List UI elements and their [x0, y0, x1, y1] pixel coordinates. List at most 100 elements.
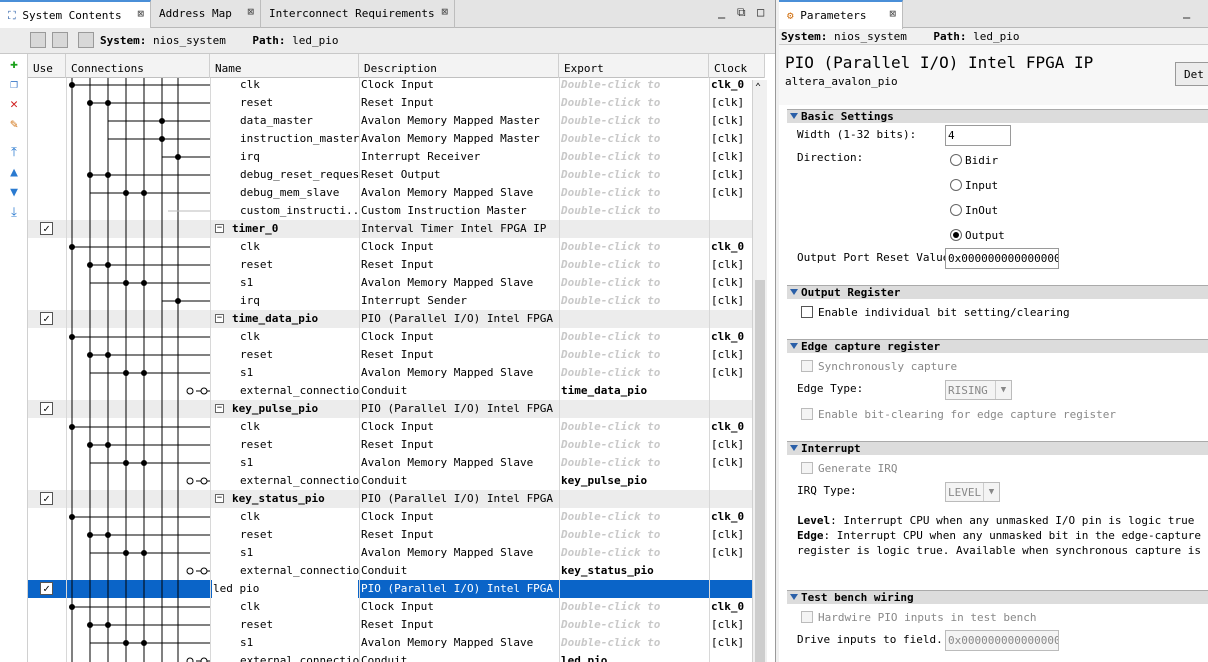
- connections-graph[interactable]: [68, 78, 210, 662]
- row-export[interactable]: [561, 220, 708, 238]
- row-clock[interactable]: [clk]: [711, 616, 755, 634]
- row-export[interactable]: Double-click to: [561, 166, 708, 184]
- row-clock[interactable]: [711, 490, 755, 508]
- row-export[interactable]: [561, 580, 708, 598]
- row-export[interactable]: Double-click to: [561, 454, 708, 472]
- details-button[interactable]: Det: [1175, 62, 1208, 86]
- row-export[interactable]: Double-click to: [561, 292, 708, 310]
- col-use[interactable]: Use: [28, 54, 66, 78]
- row-export[interactable]: [561, 490, 708, 508]
- row-clock[interactable]: [711, 580, 755, 598]
- move-down-icon[interactable]: ▼: [7, 186, 21, 200]
- row-export[interactable]: Double-click to: [561, 94, 708, 112]
- use-checkbox[interactable]: ✓: [40, 402, 53, 415]
- row-export[interactable]: Double-click to: [561, 76, 708, 94]
- close-icon[interactable]: ⊠: [441, 5, 448, 18]
- tab-system-contents[interactable]: ⛶ System Contents ⊠: [0, 0, 151, 29]
- row-export[interactable]: Double-click to: [561, 274, 708, 292]
- row-export[interactable]: Double-click to: [561, 184, 708, 202]
- edge-capture-header[interactable]: Edge capture register: [787, 339, 1208, 353]
- scroll-up-icon[interactable]: ⌃: [755, 82, 761, 93]
- col-export[interactable]: Export: [559, 54, 709, 78]
- collapse-toggle-icon[interactable]: −: [215, 224, 224, 233]
- add-icon[interactable]: ✚: [7, 58, 21, 72]
- collapse-toggle-icon[interactable]: −: [215, 494, 224, 503]
- col-description[interactable]: Description: [359, 54, 559, 78]
- row-clock[interactable]: [clk]: [711, 166, 755, 184]
- generate-irq-checkbox[interactable]: [801, 462, 813, 474]
- move-up-icon[interactable]: ▲: [7, 166, 21, 180]
- row-clock[interactable]: clk_0: [711, 76, 755, 94]
- direction-radio-inout[interactable]: [950, 204, 962, 216]
- minimize-icon[interactable]: ‗: [718, 5, 725, 19]
- tab-parameters[interactable]: ⚙ Parameters ⊠: [779, 0, 903, 29]
- row-clock[interactable]: [clk]: [711, 148, 755, 166]
- edit-icon[interactable]: ✎: [7, 118, 21, 132]
- output-register-header[interactable]: Output Register: [787, 285, 1208, 299]
- row-clock[interactable]: [clk]: [711, 274, 755, 292]
- direction-radio-bidir[interactable]: [950, 154, 962, 166]
- row-export[interactable]: key_pulse_pio: [561, 472, 708, 490]
- tab-interconnect-requirements[interactable]: Interconnect Requirements ⊠: [261, 0, 455, 28]
- row-clock[interactable]: [clk]: [711, 346, 755, 364]
- row-clock[interactable]: [clk]: [711, 544, 755, 562]
- row-export[interactable]: [561, 400, 708, 418]
- row-clock[interactable]: [711, 202, 755, 220]
- row-name[interactable]: led pio: [212, 580, 358, 598]
- collapse-toggle-icon[interactable]: −: [215, 404, 224, 413]
- row-clock[interactable]: [clk]: [711, 130, 755, 148]
- row-export[interactable]: Double-click to: [561, 526, 708, 544]
- row-export[interactable]: Double-click to: [561, 418, 708, 436]
- row-clock[interactable]: [711, 652, 755, 662]
- row-clock[interactable]: [clk]: [711, 292, 755, 310]
- row-clock[interactable]: [clk]: [711, 436, 755, 454]
- row-clock[interactable]: [clk]: [711, 256, 755, 274]
- reset-value-field[interactable]: 0x0000000000000000: [945, 248, 1059, 269]
- row-export[interactable]: Double-click to: [561, 328, 708, 346]
- row-clock[interactable]: [clk]: [711, 634, 755, 652]
- expand-up-button[interactable]: [52, 32, 68, 48]
- row-clock[interactable]: clk_0: [711, 328, 755, 346]
- row-clock[interactable]: [clk]: [711, 364, 755, 382]
- row-export[interactable]: Double-click to: [561, 634, 708, 652]
- row-export[interactable]: Double-click to: [561, 616, 708, 634]
- enable-bit-setting-checkbox[interactable]: [801, 306, 813, 318]
- row-export[interactable]: [561, 310, 708, 328]
- row-export[interactable]: led_pio: [561, 652, 708, 662]
- row-clock[interactable]: clk_0: [711, 598, 755, 616]
- row-clock[interactable]: [711, 220, 755, 238]
- bit-clearing-checkbox[interactable]: [801, 408, 813, 420]
- maximize-icon[interactable]: □: [757, 5, 764, 19]
- row-clock[interactable]: [clk]: [711, 112, 755, 130]
- move-top-icon[interactable]: ⤒: [7, 146, 21, 160]
- col-name[interactable]: Name: [210, 54, 359, 78]
- row-export[interactable]: Double-click to: [561, 598, 708, 616]
- interrupt-header[interactable]: Interrupt: [787, 441, 1208, 455]
- use-checkbox[interactable]: ✓: [40, 222, 53, 235]
- move-bottom-icon[interactable]: ⤓: [7, 206, 21, 220]
- use-checkbox[interactable]: ✓: [40, 312, 53, 325]
- row-clock[interactable]: [clk]: [711, 184, 755, 202]
- col-clock[interactable]: Clock: [709, 54, 765, 78]
- width-field[interactable]: 4: [945, 125, 1011, 146]
- row-export[interactable]: Double-click to: [561, 130, 708, 148]
- col-connections[interactable]: Connections: [66, 54, 210, 78]
- row-clock[interactable]: [711, 400, 755, 418]
- minimize-icon[interactable]: ‗: [1183, 5, 1190, 19]
- close-icon[interactable]: ⊠: [137, 7, 144, 20]
- row-clock[interactable]: [711, 562, 755, 580]
- row-clock[interactable]: clk_0: [711, 508, 755, 526]
- edge-type-select[interactable]: RISING ▼: [945, 380, 1012, 400]
- row-export[interactable]: Double-click to: [561, 148, 708, 166]
- row-export[interactable]: Double-click to: [561, 238, 708, 256]
- row-export[interactable]: Double-click to: [561, 112, 708, 130]
- row-clock[interactable]: [clk]: [711, 526, 755, 544]
- row-export[interactable]: Double-click to: [561, 202, 708, 220]
- row-export[interactable]: Double-click to: [561, 364, 708, 382]
- row-clock[interactable]: [clk]: [711, 94, 755, 112]
- tab-address-map[interactable]: Address Map ⊠: [151, 0, 261, 28]
- row-clock[interactable]: [711, 382, 755, 400]
- direction-radio-input[interactable]: [950, 179, 962, 191]
- row-export[interactable]: time_data_pio: [561, 382, 708, 400]
- close-icon[interactable]: ⊠: [247, 5, 254, 18]
